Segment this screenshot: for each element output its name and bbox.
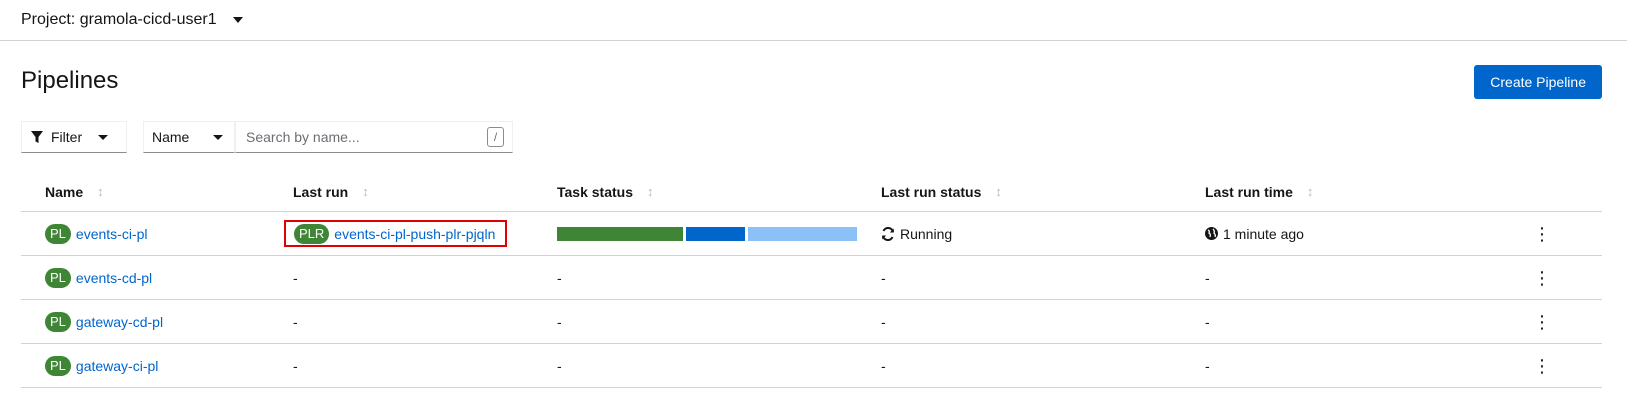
search-input[interactable] [244, 128, 487, 146]
table-row: PL gateway-ci-pl - - - - ⋮ [21, 344, 1602, 388]
pipelinerun-link[interactable]: events-ci-pl-push-plr-pjqln [334, 226, 495, 242]
sync-icon [882, 226, 894, 241]
filter-icon [31, 130, 43, 143]
column-header-task-status[interactable]: Task status ↕ [557, 172, 654, 211]
caret-down-icon [98, 134, 109, 140]
sort-icon: ↕ [97, 184, 104, 199]
run-time-cell: - [1205, 357, 1210, 374]
toolbar: Filter Name / [0, 113, 1627, 165]
pipeline-link[interactable]: gateway-ci-pl [76, 358, 158, 374]
pipeline-badge: PL [45, 267, 71, 288]
filter-type-label: Name [152, 129, 190, 145]
table-row: PL gateway-cd-pl - - - - ⋮ [21, 300, 1602, 344]
pipeline-name-cell: PL events-ci-pl [45, 212, 148, 255]
sort-icon: ↕ [995, 184, 1002, 199]
pipeline-badge: PL [45, 311, 71, 332]
task-segment-running [686, 226, 745, 241]
pipeline-link[interactable]: events-cd-pl [76, 270, 152, 286]
project-selector[interactable]: Project: gramola-cicd-user1 [21, 11, 243, 29]
project-bar: Project: gramola-cicd-user1 [0, 0, 1627, 41]
sort-icon: ↕ [362, 184, 369, 199]
run-time-cell: - [1205, 313, 1210, 330]
last-run-cell: PLR events-ci-pl-push-plr-pjqln [284, 212, 508, 255]
pipelinerun-badge: PLR [294, 223, 330, 244]
highlight-box: PLR events-ci-pl-push-plr-pjqln [284, 220, 508, 247]
pipeline-link[interactable]: gateway-cd-pl [76, 314, 163, 330]
pipeline-name-cell: PL gateway-ci-pl [45, 344, 158, 387]
run-status-cell: - [881, 313, 886, 330]
pipeline-name-cell: PL events-cd-pl [45, 256, 152, 299]
search-box: / [235, 121, 513, 153]
kebab-icon: ⋮ [1533, 223, 1551, 244]
pipelines-table: Name ↕ Last run ↕ Task status ↕ Last run st… [21, 172, 1602, 388]
column-header-last-run[interactable]: Last run ↕ [293, 172, 369, 211]
sort-icon: ↕ [647, 184, 654, 199]
column-header-name[interactable]: Name ↕ [45, 172, 104, 211]
task-status-cell [557, 212, 857, 255]
last-run-cell: - [293, 313, 298, 330]
row-actions[interactable]: ⋮ [1533, 300, 1551, 343]
filter-label: Filter [51, 129, 83, 145]
table-header: Name ↕ Last run ↕ Task status ↕ Last run st… [21, 172, 1602, 212]
search-shortcut-hint: / [487, 127, 504, 147]
run-status-text: Running [900, 225, 953, 242]
table-row: PL events-ci-pl PLR events-ci-pl-push-pl… [21, 212, 1602, 256]
globe-icon [1205, 227, 1218, 240]
project-label: Project: gramola-cicd-user1 [21, 11, 217, 28]
table-row: PL events-cd-pl - - - - ⋮ [21, 256, 1602, 300]
filter-type-select[interactable]: Name [143, 121, 235, 153]
run-status-cell: - [881, 357, 886, 374]
kebab-icon: ⋮ [1533, 267, 1551, 288]
kebab-icon: ⋮ [1533, 311, 1551, 332]
column-header-last-run-status[interactable]: Last run status ↕ [881, 172, 1002, 211]
last-run-cell: - [293, 357, 298, 374]
kebab-icon: ⋮ [1533, 355, 1551, 376]
sort-icon: ↕ [1306, 184, 1314, 199]
run-status-cell: Running [881, 212, 952, 255]
pipeline-badge: PL [45, 355, 71, 376]
task-segment-succeeded [557, 226, 683, 241]
task-status-bar[interactable] [557, 226, 857, 241]
caret-down-icon [232, 17, 243, 23]
pipeline-link[interactable]: events-ci-pl [76, 226, 148, 242]
row-actions[interactable]: ⋮ [1533, 212, 1551, 255]
row-actions[interactable]: ⋮ [1533, 344, 1551, 387]
pipeline-badge: PL [45, 223, 71, 244]
task-segment-pending [748, 226, 857, 241]
page-title: Pipelines [21, 67, 119, 94]
run-time-cell: 1 minute ago [1205, 212, 1304, 255]
task-status-cell: - [557, 269, 562, 286]
run-time-cell: - [1205, 269, 1210, 286]
row-actions[interactable]: ⋮ [1533, 256, 1551, 299]
task-status-cell: - [557, 357, 562, 374]
column-header-last-run-time[interactable]: Last run time ↕ [1205, 172, 1313, 211]
pipeline-name-cell: PL gateway-cd-pl [45, 300, 163, 343]
caret-down-icon [213, 134, 224, 140]
create-pipeline-button[interactable]: Create Pipeline [1474, 65, 1602, 99]
last-run-cell: - [293, 269, 298, 286]
run-time-text: 1 minute ago [1223, 225, 1304, 242]
filter-dropdown[interactable]: Filter [21, 121, 127, 153]
task-status-cell: - [557, 313, 562, 330]
run-status-cell: - [881, 269, 886, 286]
page-header: Pipelines Create Pipeline [0, 41, 1627, 113]
